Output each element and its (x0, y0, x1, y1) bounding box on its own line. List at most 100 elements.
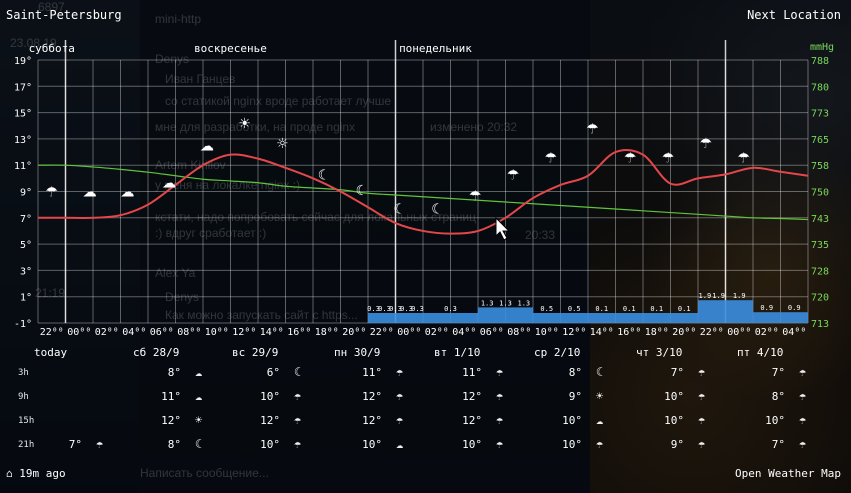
day-label: суббота (29, 42, 75, 55)
precipitation-bar (698, 300, 726, 323)
forecast-day-header: чт 3/10 (636, 346, 683, 359)
precipitation-bar (533, 313, 588, 323)
forecast-weather-icon: ☀ (195, 413, 203, 427)
precipitation-label: 1.9 (712, 292, 725, 300)
forecast-weather-icon: ☂ (396, 389, 404, 403)
time-tick-label: 18⁰⁰ (645, 327, 669, 338)
precipitation-bar (368, 313, 423, 323)
time-tick-label: 22⁰⁰ (370, 327, 394, 338)
weather-icon: ☾ (393, 202, 406, 218)
time-tick-label: 00⁰⁰ (397, 327, 421, 338)
forecast-weather-icon: ☂ (496, 437, 504, 451)
forecast-weather-icon: ☂ (799, 413, 807, 427)
weather-icon: ☾ (431, 202, 444, 218)
time-tick-label: 08⁰⁰ (177, 327, 201, 338)
time-tick-label: 16⁰⁰ (617, 327, 641, 338)
weather-icon: ☂ (700, 136, 713, 152)
forecast-day-header: today (34, 346, 68, 359)
pressure-tick-label: 765 (811, 135, 829, 146)
precipitation-label: 0.3 (411, 305, 424, 313)
forecast-weather-icon: ☂ (496, 365, 504, 379)
precipitation-label: 1.3 (518, 299, 531, 307)
time-tick-label: 06⁰⁰ (480, 327, 504, 338)
forecast-day-header: ср 2/10 (534, 346, 581, 359)
time-tick-label: 14⁰⁰ (260, 327, 284, 338)
time-tick-label: 06⁰⁰ (150, 327, 174, 338)
forecast-day-header: сб 28/9 (133, 346, 180, 359)
precipitation-label: 1.3 (481, 299, 494, 307)
forecast-temperature: 10° (260, 438, 280, 451)
forecast-temperature: 12° (161, 414, 181, 427)
weather-icon: ☾ (356, 183, 369, 199)
forecast-temperature: 10° (562, 438, 582, 451)
precipitation-bar (753, 312, 808, 323)
temp-tick-label: 1° (20, 293, 32, 304)
forecast-weather-icon: ☂ (294, 437, 302, 451)
weather-icon: ☂ (46, 185, 59, 201)
weather-icon: ☁ (83, 185, 97, 201)
forecast-day-header: пт 4/10 (737, 346, 784, 359)
forecast-day-header: вт 1/10 (434, 346, 481, 359)
precipitation-label: 0.9 (788, 304, 801, 312)
forecast-day-header: пн 30/9 (334, 346, 381, 359)
forecast-temperature: 8° (167, 438, 181, 451)
forecast-temperature: 9° (670, 438, 684, 451)
precipitation-label: 0.1 (650, 305, 663, 313)
forecast-temperature: 10° (260, 390, 280, 403)
time-tick-label: 04⁰⁰ (122, 327, 146, 338)
precipitation-bar (725, 300, 753, 323)
pressure-tick-label: 735 (811, 240, 829, 251)
forecast-temperature: 10° (765, 414, 785, 427)
forecast-weather-icon: ☂ (799, 365, 807, 379)
time-tick-label: 12⁰⁰ (232, 327, 256, 338)
weather-icon: ☂ (545, 150, 558, 166)
pressure-tick-label: 788 (811, 56, 829, 67)
forecast-temperature: 12° (362, 414, 382, 427)
time-tick-label: 02⁰⁰ (755, 327, 779, 338)
forecast-temperature: 9° (568, 390, 582, 403)
time-tick-label: 22⁰⁰ (700, 327, 724, 338)
forecast-temperature: 8° (568, 366, 582, 379)
forecast-weather-icon: ☾ (195, 437, 203, 451)
forecast-weather-icon: ☂ (496, 413, 504, 427)
forecast-weather-icon: ☂ (294, 389, 302, 403)
weather-icon: ☂ (624, 150, 637, 166)
forecast-row-label: 15h (18, 416, 35, 426)
forecast-temperature: 11° (362, 366, 382, 379)
pressure-unit-label: mmHg (810, 42, 834, 53)
pressure-tick-label: 758 (811, 161, 829, 172)
precipitation-label: 1.9 (699, 292, 712, 300)
forecast-weather-icon: ☂ (596, 437, 604, 451)
forecast-temperature: 7° (771, 366, 785, 379)
time-tick-label: 10⁰⁰ (535, 327, 559, 338)
weather-icon: ☂ (662, 150, 675, 166)
precipitation-label: 0.1 (623, 305, 636, 313)
forecast-temperature: 10° (362, 438, 382, 451)
temp-tick-label: 5° (20, 240, 32, 251)
forecast-weather-icon: ☁ (195, 365, 203, 379)
updated-time: ⌂ 19m ago (6, 467, 66, 480)
precipitation-label: 0.1 (678, 305, 691, 313)
precipitation-label: 0.5 (568, 305, 581, 313)
precipitation-bar (588, 313, 698, 323)
day-label: понедельник (399, 42, 472, 55)
forecast-table: today сб 28/9 вс 29/9 пн 30/9 вт 1/10 ср 2/10… (0, 346, 851, 461)
forecast-weather-icon: ☂ (698, 389, 706, 403)
time-tick-label: 10⁰⁰ (205, 327, 229, 338)
forecast-weather-icon: ☂ (698, 365, 706, 379)
forecast-temperature: 12° (362, 390, 382, 403)
precipitation-label: 1.3 (499, 299, 512, 307)
time-tick-label: 02⁰⁰ (95, 327, 119, 338)
forecast-row-label: 21h (18, 440, 35, 450)
temp-tick-label: 13° (14, 135, 32, 146)
precipitation-label: 0.1 (595, 305, 608, 313)
weather-icon: ☂ (586, 121, 599, 137)
forecast-row-label: 9h (18, 392, 29, 402)
forecast-weather-icon: ☁ (195, 389, 203, 403)
pressure-tick-label: 773 (811, 109, 829, 120)
forecast-temperature: 7° (68, 438, 82, 451)
data-source-link[interactable]: Open Weather Map (735, 467, 841, 480)
forecast-temperature: 10° (462, 438, 482, 451)
time-tick-label: 02⁰⁰ (425, 327, 449, 338)
pressure-tick-label: 780 (811, 82, 829, 93)
